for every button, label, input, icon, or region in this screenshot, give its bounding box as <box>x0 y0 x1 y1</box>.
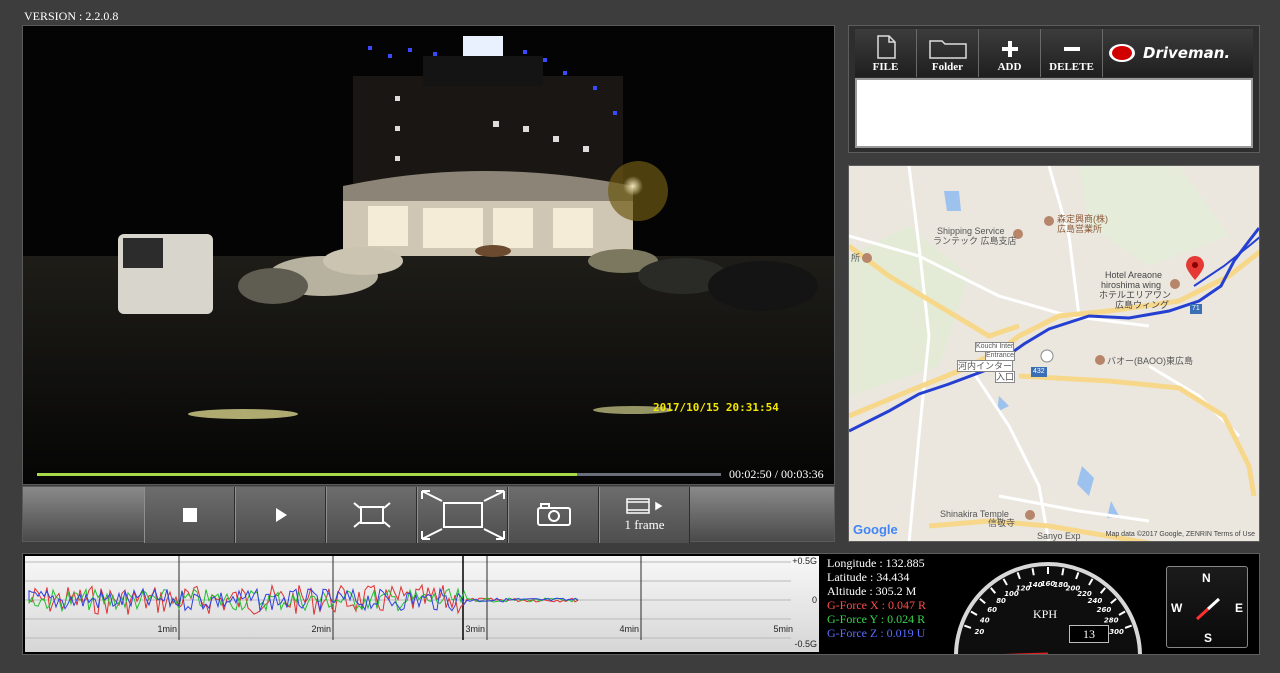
map-view[interactable]: Shipping Service ランテック 広島支店 森定興商(株) 広島営業… <box>848 165 1260 542</box>
speed-scale-label: 80 <box>996 597 1006 605</box>
folder-button[interactable]: Folder <box>917 29 979 77</box>
map-label-hotel: Hotel Areaone <box>1105 270 1163 280</box>
gforce-tick-label: 5min <box>773 624 793 634</box>
file-button-label: FILE <box>872 61 899 73</box>
speed-unit: KPH <box>1033 607 1058 621</box>
snapshot-button[interactable] <box>508 487 599 543</box>
fit-screen-icon <box>352 502 391 528</box>
gforce-y-value: G-Force Y : 0.024 R <box>827 612 926 626</box>
latitude-value: Latitude : 34.434 <box>827 570 910 584</box>
map-label-hotel-jp: ホテルエリアワン <box>1099 290 1172 300</box>
gforce-x-value: G-Force X : 0.047 R <box>827 598 926 612</box>
map-label-company-jp: 広島営業所 <box>1057 224 1103 234</box>
gforce-chart[interactable]: 1min 2min 3min 4min 5min +0.5G 0 -0.5G <box>25 556 819 652</box>
gforce-scale-label: +0.5G <box>792 556 817 566</box>
playback-progress-fill <box>37 473 578 476</box>
film-strip-icon <box>625 498 662 514</box>
fullscreen-button[interactable] <box>417 487 508 543</box>
brand-logo: Driveman. <box>1103 29 1253 77</box>
play-icon <box>275 508 287 522</box>
gforce-tick-label: 1min <box>157 624 177 634</box>
compass-needle-icon <box>1195 597 1221 621</box>
video-player[interactable]: 2017/10/15 20:31:54 00:02:50 / 00:03:36 <box>22 25 835 485</box>
compass: N S E W <box>1166 566 1248 648</box>
minus-icon <box>1063 47 1080 51</box>
map-label-hotel2: hiroshima wing <box>1101 280 1162 290</box>
speed-scale-label: 60 <box>987 606 997 614</box>
map-label-shipping-jp: ランテック 広島支店 <box>933 236 1017 246</box>
speedometer: 2040608010012014016018020022024026028030… <box>954 562 1142 654</box>
map-label-temple-jp: 信敬寺 <box>988 518 1016 528</box>
video-timestamp-overlay: 2017/10/15 20:31:54 <box>653 401 779 414</box>
add-button-label: ADD <box>997 61 1022 73</box>
version-label: VERSION : 2.2.0.8 <box>24 9 119 23</box>
gforce-tick-label: 4min <box>619 624 639 634</box>
stop-icon <box>182 508 197 522</box>
map-label-sanyo: Sanyo Exp <box>1037 531 1081 541</box>
fullscreen-icon <box>420 490 505 540</box>
stop-button[interactable] <box>144 487 235 543</box>
delete-button-label: DELETE <box>1049 61 1094 73</box>
gforce-scale-label: -0.5G <box>794 639 817 649</box>
file-button[interactable]: FILE <box>855 29 917 77</box>
play-button[interactable] <box>235 487 326 543</box>
gforce-z-value: G-Force Z : 0.019 U <box>827 626 926 640</box>
fit-screen-button[interactable] <box>326 487 417 543</box>
plus-icon <box>1001 41 1018 57</box>
speed-value: 13 <box>1069 625 1109 643</box>
telemetry-readout: Longitude : 132.885 Latitude : 34.434 Al… <box>827 556 957 640</box>
frame-step-button[interactable]: 1 frame <box>599 487 690 543</box>
map-route-432: 432 <box>1031 367 1047 377</box>
map-label-shipping: Shipping Service <box>937 226 1005 236</box>
camera-icon <box>536 503 571 526</box>
file-icon <box>876 35 896 59</box>
gforce-tick-label: 3min <box>465 624 485 634</box>
folder-button-label: Folder <box>931 61 964 73</box>
map-label-baoo: バオー(BAOO)東広島 <box>1107 356 1194 366</box>
speed-scale-label: 260 <box>1097 606 1112 614</box>
map-label-hotel-jp2: 広島ウィング <box>1115 300 1170 310</box>
time-readout: 00:02:50 / 00:03:36 <box>729 467 824 481</box>
frame-step-label: 1 frame <box>624 517 665 532</box>
playback-control-bar: 1 frame <box>22 486 835 543</box>
map-label-inter-jp2: 入口 <box>995 371 1016 383</box>
telemetry-strip: 1min 2min 3min 4min 5min +0.5G 0 -0.5G Longitud… <box>22 553 1260 655</box>
altitude-value: Altitude : 305.2 M <box>827 584 917 598</box>
speed-scale-label: 240 <box>1088 597 1103 605</box>
speed-scale-label: 300 <box>1109 628 1124 636</box>
map-canvas <box>849 166 1259 541</box>
map-label-company: 森定興商(株) <box>1057 214 1108 224</box>
gforce-chart-svg: 1min 2min 3min 4min 5min +0.5G 0 -0.5G <box>25 556 817 649</box>
folder-icon <box>928 40 967 59</box>
video-frame <box>23 26 834 484</box>
map-attribution[interactable]: Map data ©2017 Google, ZENRIN Terms of U… <box>1106 531 1255 538</box>
file-panel: FILE Folder ADD DELETE Driveman. <box>848 25 1260 153</box>
add-button[interactable]: ADD <box>979 29 1041 77</box>
speed-scale-label: 40 <box>980 617 990 625</box>
brand-emblem-icon <box>1109 44 1135 62</box>
map-route-71: 71 <box>1190 304 1202 314</box>
google-logo: Google <box>853 522 898 537</box>
file-list[interactable] <box>855 78 1253 148</box>
map-label-edge: 所 <box>851 253 861 263</box>
delete-button[interactable]: DELETE <box>1041 29 1103 77</box>
speed-scale-label: 280 <box>1104 617 1119 625</box>
playback-progress-bar[interactable] <box>37 473 721 476</box>
brand-name: Driveman. <box>1143 44 1231 62</box>
file-toolbar: FILE Folder ADD DELETE Driveman. <box>855 29 1253 77</box>
speed-scale-label: 20 <box>975 628 985 636</box>
gforce-tick-label: 2min <box>311 624 331 634</box>
gforce-scale-label: 0 <box>812 595 817 605</box>
longitude-value: Longitude : 132.885 <box>827 556 925 570</box>
